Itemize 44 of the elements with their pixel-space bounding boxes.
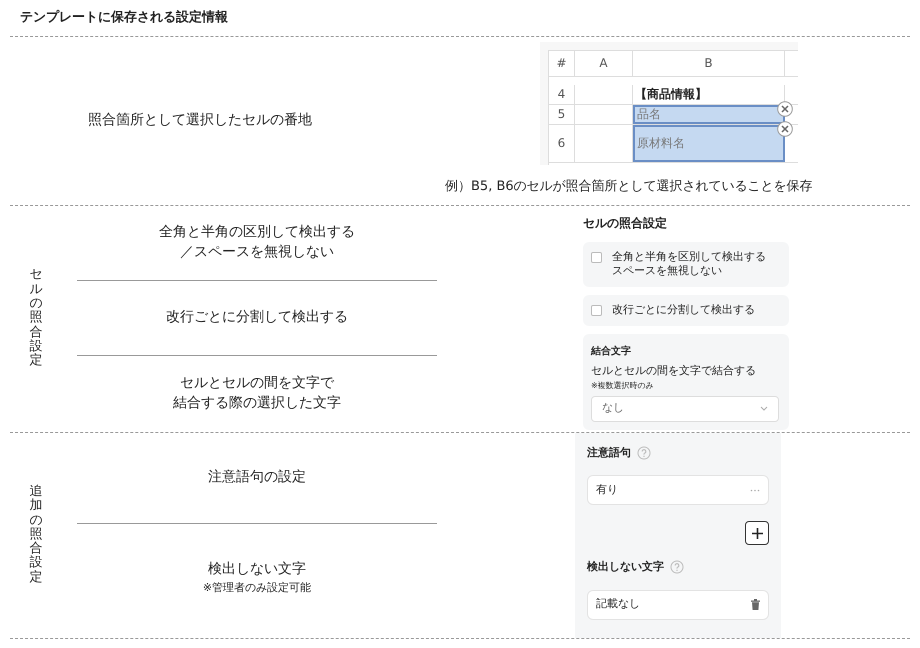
setting-item: 照合箇所として選択したセルの番地 (88, 110, 312, 130)
caption: 例）B5, B6のセルが照合箇所として選択されていることを保存 (445, 178, 813, 196)
section-label: セルの照合設定 (30, 268, 42, 369)
checkbox-label: 全角と半角を区別して検出する (612, 250, 766, 264)
checkbox-label: 改行ごとに分割して検出する (612, 303, 755, 318)
select-value: なし (602, 400, 624, 416)
column-header: A (575, 50, 633, 76)
field-label: 結合文字 (591, 344, 631, 360)
checkbox[interactable] (591, 252, 602, 262)
row-number: 4 (549, 84, 575, 104)
select-field[interactable]: なし (591, 396, 779, 422)
chevron-down-icon (760, 406, 768, 412)
more-icon[interactable] (750, 488, 760, 492)
help-icon[interactable] (637, 446, 651, 460)
item-text: 有り (596, 482, 618, 498)
field-label: 検出しない文字 (587, 559, 664, 575)
trash-icon[interactable] (751, 599, 760, 610)
setting-item: ／スペースを無視しない (180, 242, 334, 262)
plus-icon (752, 528, 762, 538)
row-number: 5 (549, 104, 575, 124)
setting-note: ※管理者のみ設定可能 (202, 580, 312, 596)
checkbox[interactable] (591, 305, 602, 316)
field-note: ※複数選択時のみ (591, 380, 654, 392)
section-label: 追加の照合設定 (30, 484, 42, 586)
checkbox-label: スペースを無視しない (612, 264, 723, 280)
add-button[interactable] (745, 521, 769, 545)
help-icon[interactable] (670, 560, 684, 574)
close-icon[interactable] (777, 100, 793, 116)
list-item[interactable]: 有り (587, 475, 769, 505)
setting-item: 注意語句の設定 (208, 468, 306, 487)
column-header: # (549, 50, 575, 76)
panel-title: セルの照合設定 (583, 214, 668, 232)
setting-item: 結合する際の選択した文字 (173, 394, 341, 412)
setting-item: セルとセルの間を文字で (180, 374, 334, 393)
setting-item: 検出しない文字 (208, 560, 306, 580)
list-item[interactable]: 記載なし (587, 590, 769, 620)
setting-item: 全角と半角の区別して検出する (159, 222, 355, 242)
field-description: セルとセルの間を文字で結合する (591, 363, 756, 380)
column-header: B (633, 50, 785, 76)
setting-item: 改行ごとに分割して検出する (166, 308, 348, 327)
item-text: 記載なし (596, 596, 640, 612)
row-number: 6 (549, 124, 575, 162)
page-title: テンプレートに保存される設定情報 (19, 8, 229, 27)
field-label: 注意語句 (587, 444, 631, 460)
